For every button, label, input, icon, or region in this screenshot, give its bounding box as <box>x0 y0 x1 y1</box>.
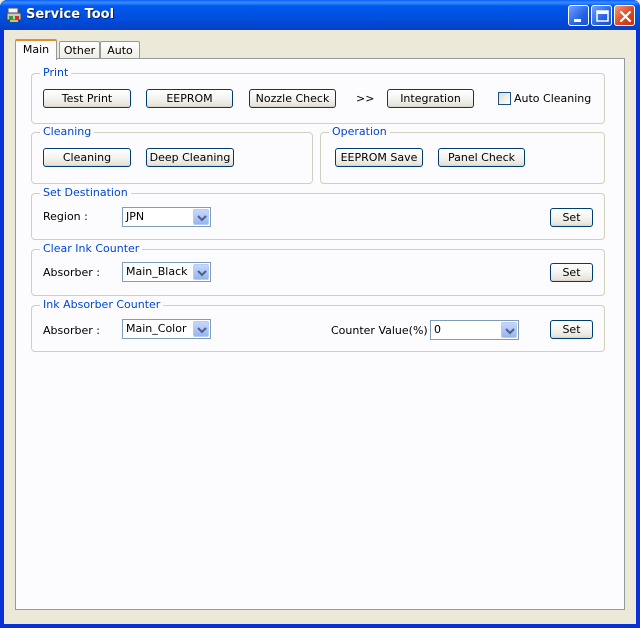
operation-group-legend: Operation <box>329 125 390 138</box>
region-select[interactable]: JPN <box>122 207 211 227</box>
clear-ink-absorber-value: Main_Black <box>126 265 188 278</box>
cleaning-button[interactable]: Cleaning <box>43 148 131 167</box>
deep-cleaning-button[interactable]: Deep Cleaning <box>146 148 234 167</box>
ink-absorber-select[interactable]: Main_Color <box>122 319 211 339</box>
auto-cleaning-label[interactable]: Auto Cleaning <box>514 92 591 106</box>
service-tool-window: Service Tool Main Other Auto Print Test … <box>0 0 640 628</box>
clear-ink-counter-set-button[interactable]: Set <box>550 263 593 282</box>
ink-absorber-value: Main_Color <box>126 322 187 335</box>
counter-value-select[interactable]: 0 <box>430 320 519 340</box>
chevron-down-icon[interactable] <box>501 322 517 338</box>
title-bar[interactable]: Service Tool <box>0 0 640 30</box>
tab-other[interactable]: Other <box>59 41 100 59</box>
cleaning-group: Cleaning Cleaning Deep Cleaning <box>31 125 313 184</box>
absorber-label: Absorber : <box>43 324 100 337</box>
set-destination-set-button[interactable]: Set <box>550 208 593 227</box>
nozzle-check-button[interactable]: Nozzle Check <box>249 89 336 108</box>
print-group: Print Test Print EEPROM Nozzle Check >> … <box>31 66 605 124</box>
window-title: Service Tool <box>26 7 115 22</box>
ink-absorber-counter-group: Ink Absorber Counter Absorber : Main_Col… <box>31 298 605 352</box>
panel-check-button[interactable]: Panel Check <box>438 148 525 167</box>
ink-absorber-counter-group-legend: Ink Absorber Counter <box>40 298 164 311</box>
print-group-legend: Print <box>40 66 72 79</box>
clear-ink-absorber-select[interactable]: Main_Black <box>122 262 211 282</box>
counter-value-label: Counter Value(%) : <box>331 324 435 337</box>
tab-auto[interactable]: Auto <box>100 41 140 59</box>
set-destination-group: Set Destination Region : JPN Set <box>31 186 605 240</box>
minimize-button[interactable] <box>568 5 589 26</box>
eeprom-save-button[interactable]: EEPROM Save <box>335 148 423 167</box>
ink-absorber-counter-set-button[interactable]: Set <box>550 320 593 339</box>
close-icon <box>619 10 632 23</box>
tab-main[interactable]: Main <box>15 39 57 60</box>
cleaning-group-legend: Cleaning <box>40 125 95 138</box>
arrow-label: >> <box>356 92 375 105</box>
clear-ink-counter-group: Clear Ink Counter Absorber : Main_Black … <box>31 242 605 296</box>
maximize-button[interactable] <box>591 5 612 26</box>
chevron-down-icon[interactable] <box>193 209 209 225</box>
maximize-icon <box>596 10 609 22</box>
region-select-value: JPN <box>126 210 145 223</box>
eeprom-button[interactable]: EEPROM <box>146 89 233 108</box>
window-client-area: Main Other Auto Print Test Print EEPROM … <box>4 30 636 624</box>
counter-value: 0 <box>434 323 441 336</box>
minimize-icon <box>574 19 581 22</box>
test-print-button[interactable]: Test Print <box>43 89 131 108</box>
chevron-down-icon[interactable] <box>193 264 209 280</box>
operation-group: Operation EEPROM Save Panel Check <box>320 125 605 184</box>
close-button[interactable] <box>614 5 635 26</box>
absorber-label: Absorber : <box>43 266 100 279</box>
service-tool-icon <box>6 7 22 23</box>
main-tab-page: Print Test Print EEPROM Nozzle Check >> … <box>15 58 625 610</box>
integration-button[interactable]: Integration <box>387 89 474 108</box>
chevron-down-icon[interactable] <box>193 321 209 337</box>
region-label: Region : <box>43 210 88 223</box>
set-destination-group-legend: Set Destination <box>40 186 131 199</box>
clear-ink-counter-group-legend: Clear Ink Counter <box>40 242 143 255</box>
auto-cleaning-checkbox[interactable] <box>498 92 511 105</box>
